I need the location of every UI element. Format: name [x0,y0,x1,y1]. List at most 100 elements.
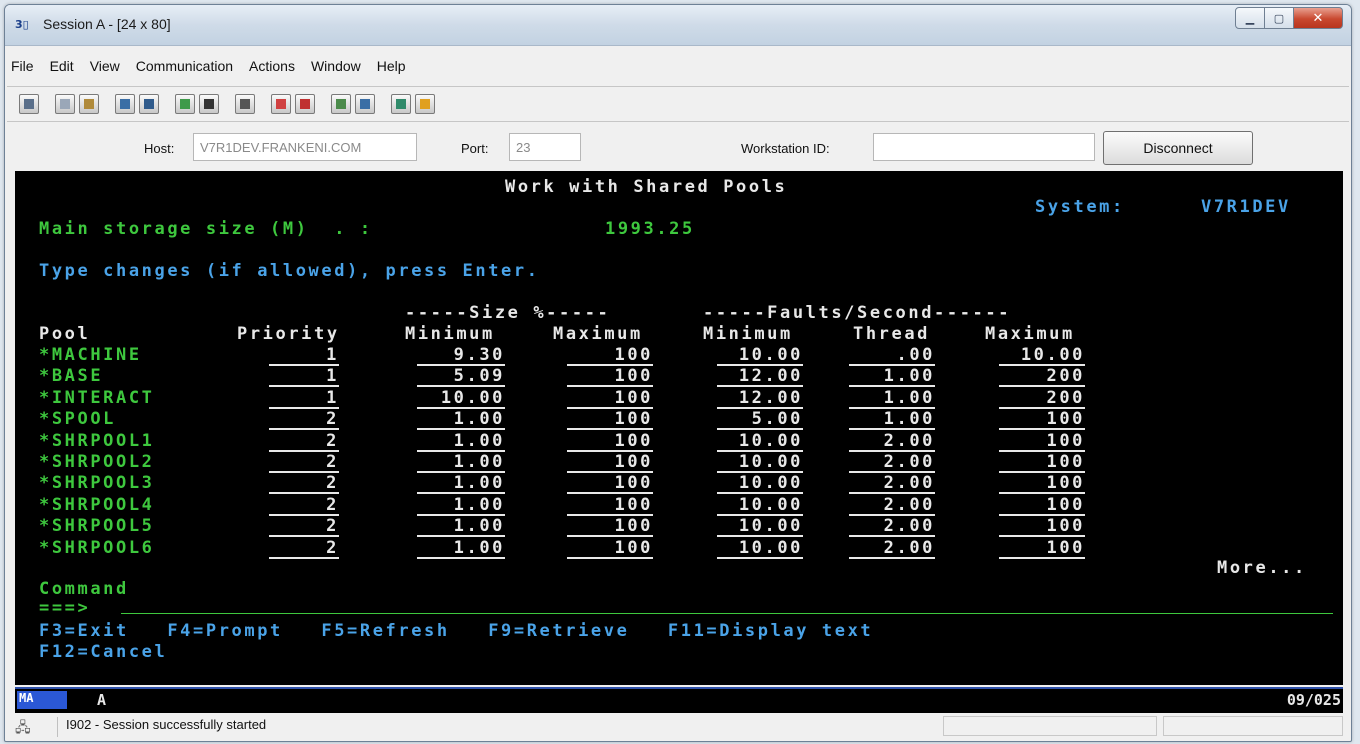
header-faults-maximum: Maximum [985,324,1075,344]
pool-faults-thread-cell[interactable]: 2.00 [849,432,935,452]
more-indicator: More... [1217,558,1307,578]
pool-faults-max-cell[interactable]: 100 [999,496,1085,516]
menu-window[interactable]: Window [311,58,361,74]
network-status-icon: 🖧 [15,720,31,736]
pool-priority-cell[interactable]: 2 [269,432,339,452]
pool-faults-max-cell[interactable]: 100 [999,517,1085,538]
pool-size-min-cell[interactable]: 1.00 [417,410,505,431]
pool-size-min-cell[interactable]: 9.30 [417,346,505,366]
header-size-maximum: Maximum [553,324,643,344]
pool-priority-cell[interactable]: 2 [269,453,339,473]
send-file-icon[interactable] [115,94,135,114]
stop-macro-icon[interactable] [295,94,315,114]
network-icon[interactable] [355,94,375,114]
pool-priority-cell[interactable]: 2 [269,474,339,495]
pool-size-max-cell[interactable]: 100 [567,517,653,538]
pool-faults-max-cell[interactable]: 100 [999,474,1085,495]
print-screen-icon[interactable] [19,94,39,114]
pool-faults-thread-cell[interactable]: 1.00 [849,367,935,388]
globe-icon[interactable] [391,94,411,114]
pool-faults-max-cell[interactable]: 10.00 [999,346,1085,366]
pool-priority-cell[interactable]: 2 [269,496,339,516]
menu-file[interactable]: File [11,58,34,74]
pool-priority-cell[interactable]: 1 [269,389,339,409]
pool-faults-min-cell[interactable]: 10.00 [717,517,803,538]
pool-pool-cell: *BASE [39,366,104,387]
maximize-icon: ▢ [1273,11,1285,25]
pool-faults-min-cell[interactable]: 10.00 [717,539,803,559]
pool-faults-thread-cell[interactable]: 2.00 [849,453,935,473]
pool-faults-thread-cell[interactable]: 2.00 [849,496,935,516]
display-icon[interactable] [175,94,195,114]
maximize-button[interactable]: ▢ [1265,7,1294,29]
port-field[interactable]: 23 [509,133,581,161]
pool-faults-thread-cell[interactable]: 1.00 [849,389,935,409]
pool-faults-min-cell[interactable]: 10.00 [717,496,803,516]
copy-icon[interactable] [55,94,75,114]
pool-size-min-cell[interactable]: 1.00 [417,453,505,473]
pool-faults-min-cell[interactable]: 10.00 [717,432,803,452]
menu-help[interactable]: Help [377,58,406,74]
pool-faults-min-cell[interactable]: 10.00 [717,346,803,366]
pool-priority-cell[interactable]: 1 [269,346,339,366]
pool-size-min-cell[interactable]: 1.00 [417,432,505,452]
help-diamond-icon[interactable] [415,94,435,114]
host-field[interactable]: V7R1DEV.FRANKENI.COM [193,133,417,161]
pool-faults-thread-cell[interactable]: 2.00 [849,474,935,495]
minimize-button[interactable]: ▁ [1235,7,1265,29]
pool-faults-thread-cell[interactable]: 2.00 [849,539,935,559]
pool-faults-max-cell[interactable]: 100 [999,410,1085,431]
function-keys-line-1[interactable]: F3=Exit F4=Prompt F5=Refresh F9=Retrieve… [39,621,873,641]
pool-faults-max-cell[interactable]: 100 [999,432,1085,452]
pool-faults-max-cell[interactable]: 100 [999,539,1085,559]
pool-size-max-cell[interactable]: 100 [567,389,653,409]
pool-faults-max-cell[interactable]: 100 [999,453,1085,473]
pool-priority-cell[interactable]: 1 [269,367,339,388]
pool-size-min-cell[interactable]: 1.00 [417,474,505,495]
title-bar[interactable]: 3▯ Session A - [24 x 80] ▁ ▢ ✕ [5,5,1351,46]
pool-faults-max-cell[interactable]: 200 [999,367,1085,388]
pool-size-min-cell[interactable]: 5.09 [417,367,505,388]
pool-size-max-cell[interactable]: 100 [567,453,653,473]
pool-size-min-cell[interactable]: 1.00 [417,496,505,516]
pool-faults-min-cell[interactable]: 5.00 [717,410,803,431]
pool-size-max-cell[interactable]: 100 [567,432,653,452]
pool-size-max-cell[interactable]: 100 [567,367,653,388]
mode-indicator: A [97,691,107,709]
pool-size-max-cell[interactable]: 100 [567,474,653,495]
pool-size-max-cell[interactable]: 100 [567,496,653,516]
pool-size-min-cell[interactable]: 10.00 [417,389,505,409]
pool-faults-min-cell[interactable]: 12.00 [717,367,803,388]
macro-icon[interactable] [235,94,255,114]
pool-size-max-cell[interactable]: 100 [567,346,653,366]
function-keys-line-2[interactable]: F12=Cancel [39,642,167,662]
pool-faults-max-cell[interactable]: 200 [999,389,1085,409]
menu-view[interactable]: View [90,58,120,74]
pool-faults-thread-cell[interactable]: 2.00 [849,517,935,538]
pool-priority-cell[interactable]: 2 [269,539,339,559]
pool-faults-thread-cell[interactable]: 1.00 [849,410,935,431]
paste-icon[interactable] [79,94,99,114]
pool-priority-cell[interactable]: 2 [269,517,339,538]
pool-faults-thread-cell[interactable]: .00 [849,346,935,366]
pool-size-max-cell[interactable]: 100 [567,410,653,431]
menu-actions[interactable]: Actions [249,58,295,74]
menu-communication[interactable]: Communication [136,58,233,74]
command-input[interactable] [121,613,1333,614]
menu-edit[interactable]: Edit [50,58,74,74]
play-macro-icon[interactable] [331,94,351,114]
pool-size-min-cell[interactable]: 1.00 [417,539,505,559]
pool-size-min-cell[interactable]: 1.00 [417,517,505,538]
pool-faults-min-cell[interactable]: 10.00 [717,474,803,495]
workstation-id-field[interactable] [873,133,1095,161]
record-macro-icon[interactable] [271,94,291,114]
terminal-screen[interactable]: Work with Shared Pools System: V7R1DEV M… [15,171,1343,685]
pool-priority-cell[interactable]: 2 [269,410,339,431]
disconnect-button[interactable]: Disconnect [1103,131,1253,165]
keypad-icon[interactable] [199,94,219,114]
receive-file-icon[interactable] [139,94,159,114]
close-button[interactable]: ✕ [1294,7,1343,29]
pool-faults-min-cell[interactable]: 10.00 [717,453,803,473]
pool-size-max-cell[interactable]: 100 [567,539,653,559]
pool-faults-min-cell[interactable]: 12.00 [717,389,803,409]
